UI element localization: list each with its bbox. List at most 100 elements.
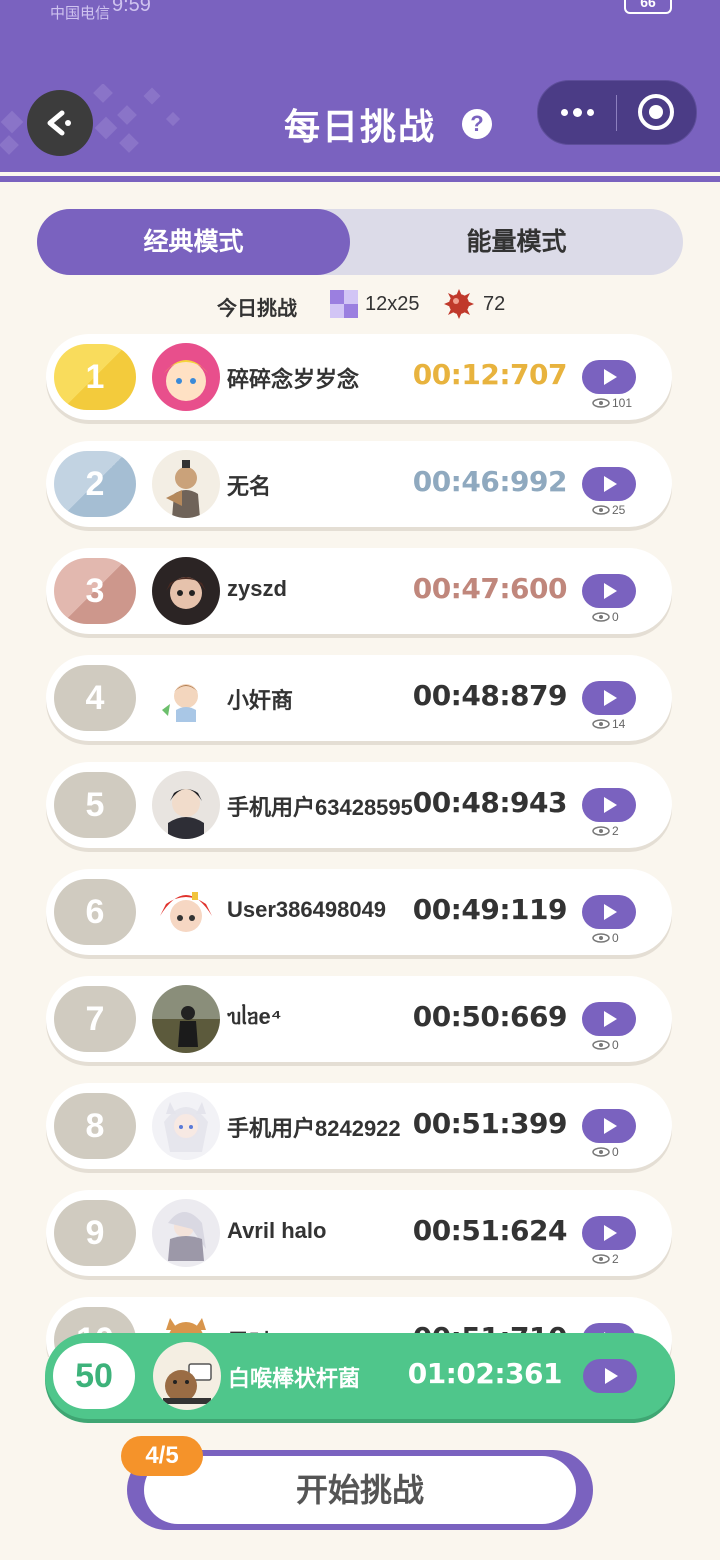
ranking-row[interactable]: 3 zyszd 00:47:600 0 bbox=[46, 548, 672, 634]
mode-tabs: 经典模式 能量模式 bbox=[37, 209, 683, 275]
rank-badge: 9 bbox=[54, 1200, 136, 1266]
challenge-info-label: 今日挑战 bbox=[217, 298, 297, 320]
eye-icon bbox=[592, 1147, 610, 1157]
ranking-row[interactable]: 7 ᥔᥣᥑe⁴ 00:50:669 0 bbox=[46, 976, 672, 1062]
view-count: 101 bbox=[592, 396, 632, 410]
play-replay-button[interactable] bbox=[582, 467, 636, 501]
avatar bbox=[152, 771, 220, 839]
view-count-value: 0 bbox=[612, 610, 619, 624]
player-name: Avril halo bbox=[227, 1218, 327, 1243]
view-count: 14 bbox=[592, 717, 625, 731]
battery-indicator: 66 bbox=[624, 0, 672, 14]
my-avatar bbox=[153, 1342, 221, 1410]
tab-classic-mode[interactable]: 经典模式 bbox=[37, 209, 350, 275]
miniprogram-capsule bbox=[537, 80, 697, 145]
eye-icon bbox=[592, 1254, 610, 1264]
play-replay-button[interactable] bbox=[582, 574, 636, 608]
play-replay-button[interactable] bbox=[582, 360, 636, 394]
close-miniprogram-icon[interactable] bbox=[638, 94, 674, 130]
player-time: 00:47:600 bbox=[412, 572, 568, 605]
avatar bbox=[152, 1092, 220, 1160]
view-count-value: 0 bbox=[612, 1038, 619, 1052]
bomb-icon bbox=[444, 289, 474, 319]
challenge-info: 今日挑战 12x25 72 bbox=[0, 288, 720, 322]
ranking-row[interactable]: 4 小奸商 00:48:879 14 bbox=[46, 655, 672, 741]
avatar bbox=[152, 1199, 220, 1267]
header-bar: 中国电信 9:59 66 每日挑战 ? bbox=[0, 0, 720, 172]
player-time: 00:46:992 bbox=[412, 465, 568, 498]
tab-energy-mode[interactable]: 能量模式 bbox=[350, 209, 683, 275]
more-button[interactable] bbox=[538, 81, 616, 144]
play-replay-button[interactable] bbox=[582, 1216, 636, 1250]
rank-badge: 2 bbox=[54, 451, 136, 517]
ranking-row[interactable]: 6 User386498049 00:49:119 0 bbox=[46, 869, 672, 955]
player-name: 手机用户63428595 bbox=[227, 795, 413, 820]
avatar bbox=[152, 878, 220, 946]
eye-icon bbox=[592, 505, 610, 515]
my-player-time: 01:02:361 bbox=[407, 1357, 563, 1390]
player-time: 00:48:879 bbox=[412, 679, 568, 712]
rank-badge: 5 bbox=[54, 772, 136, 838]
ranking-row[interactable]: 9 Avril halo 00:51:624 2 bbox=[46, 1190, 672, 1276]
eye-icon bbox=[592, 933, 610, 943]
play-replay-button[interactable] bbox=[582, 788, 636, 822]
capsule-divider bbox=[616, 95, 617, 131]
view-count: 25 bbox=[592, 503, 625, 517]
player-time: 00:48:943 bbox=[412, 786, 568, 819]
view-count: 2 bbox=[592, 1252, 619, 1266]
header-divider bbox=[0, 176, 720, 182]
ranking-row[interactable]: 2 无名 00:46:992 25 bbox=[46, 441, 672, 527]
player-name: 小奸商 bbox=[227, 688, 294, 713]
grid-size: 12x25 bbox=[365, 293, 420, 315]
view-count-value: 14 bbox=[612, 717, 626, 731]
my-player-name: 白喉棒状杆菌 bbox=[228, 1366, 361, 1391]
ranking-row[interactable]: 8 手机用户8242922 00:51:399 0 bbox=[46, 1083, 672, 1169]
player-name: 碎碎念岁岁念 bbox=[227, 367, 360, 392]
view-count-value: 0 bbox=[612, 1145, 619, 1159]
ranking-list[interactable]: 1 碎碎念岁岁念 00:12:707 101 2 无名 00:46:992 25… bbox=[0, 332, 720, 1357]
ranking-row[interactable]: 5 手机用户63428595 00:48:943 2 bbox=[46, 762, 672, 848]
my-rank-badge: 50 bbox=[53, 1343, 135, 1409]
bomb-count: 72 bbox=[483, 293, 506, 315]
question-icon[interactable]: ? bbox=[462, 109, 492, 139]
play-replay-button[interactable] bbox=[582, 895, 636, 929]
player-name: ᥔᥣᥑe⁴ bbox=[227, 1004, 282, 1029]
eye-icon bbox=[592, 826, 610, 836]
ranking-row[interactable]: 1 碎碎念岁岁念 00:12:707 101 bbox=[46, 334, 672, 420]
eye-icon bbox=[592, 1040, 610, 1050]
avatar bbox=[152, 450, 220, 518]
view-count: 0 bbox=[592, 931, 619, 945]
play-replay-button[interactable] bbox=[582, 1109, 636, 1143]
my-play-replay-button[interactable] bbox=[583, 1359, 637, 1393]
view-count: 2 bbox=[592, 824, 619, 838]
play-replay-button[interactable] bbox=[582, 681, 636, 715]
attempts-badge: 4/5 bbox=[121, 1436, 203, 1476]
rank-badge: 7 bbox=[54, 986, 136, 1052]
rank-badge: 4 bbox=[54, 665, 136, 731]
view-count-value: 101 bbox=[612, 396, 633, 410]
avatar bbox=[152, 985, 220, 1053]
status-carrier: 中国电信 bbox=[50, 5, 111, 22]
view-count: 0 bbox=[592, 1038, 619, 1052]
player-name: 手机用户8242922 bbox=[227, 1116, 401, 1141]
view-count-value: 2 bbox=[612, 824, 619, 838]
player-time: 00:49:119 bbox=[412, 893, 568, 926]
rank-badge: 3 bbox=[54, 558, 136, 624]
start-challenge-button[interactable]: 开始挑战 bbox=[144, 1456, 576, 1524]
rank-badge: 8 bbox=[54, 1093, 136, 1159]
play-replay-button[interactable] bbox=[582, 1002, 636, 1036]
view-count-value: 0 bbox=[612, 931, 619, 945]
view-count: 0 bbox=[592, 610, 619, 624]
view-count-value: 2 bbox=[612, 1252, 619, 1266]
eye-icon bbox=[592, 719, 610, 729]
dot-icon bbox=[572, 108, 582, 117]
status-time: 9:59 bbox=[112, 0, 151, 16]
dot-icon bbox=[560, 109, 568, 116]
player-time: 00:51:399 bbox=[412, 1107, 568, 1140]
avatar bbox=[152, 343, 220, 411]
my-ranking-row[interactable]: 50 白喉棒状杆菌 01:02:361 bbox=[45, 1333, 675, 1419]
avatar bbox=[152, 664, 220, 732]
player-name: zyszd bbox=[227, 576, 287, 601]
player-time: 00:50:669 bbox=[412, 1000, 568, 1033]
view-count: 0 bbox=[592, 1145, 619, 1159]
